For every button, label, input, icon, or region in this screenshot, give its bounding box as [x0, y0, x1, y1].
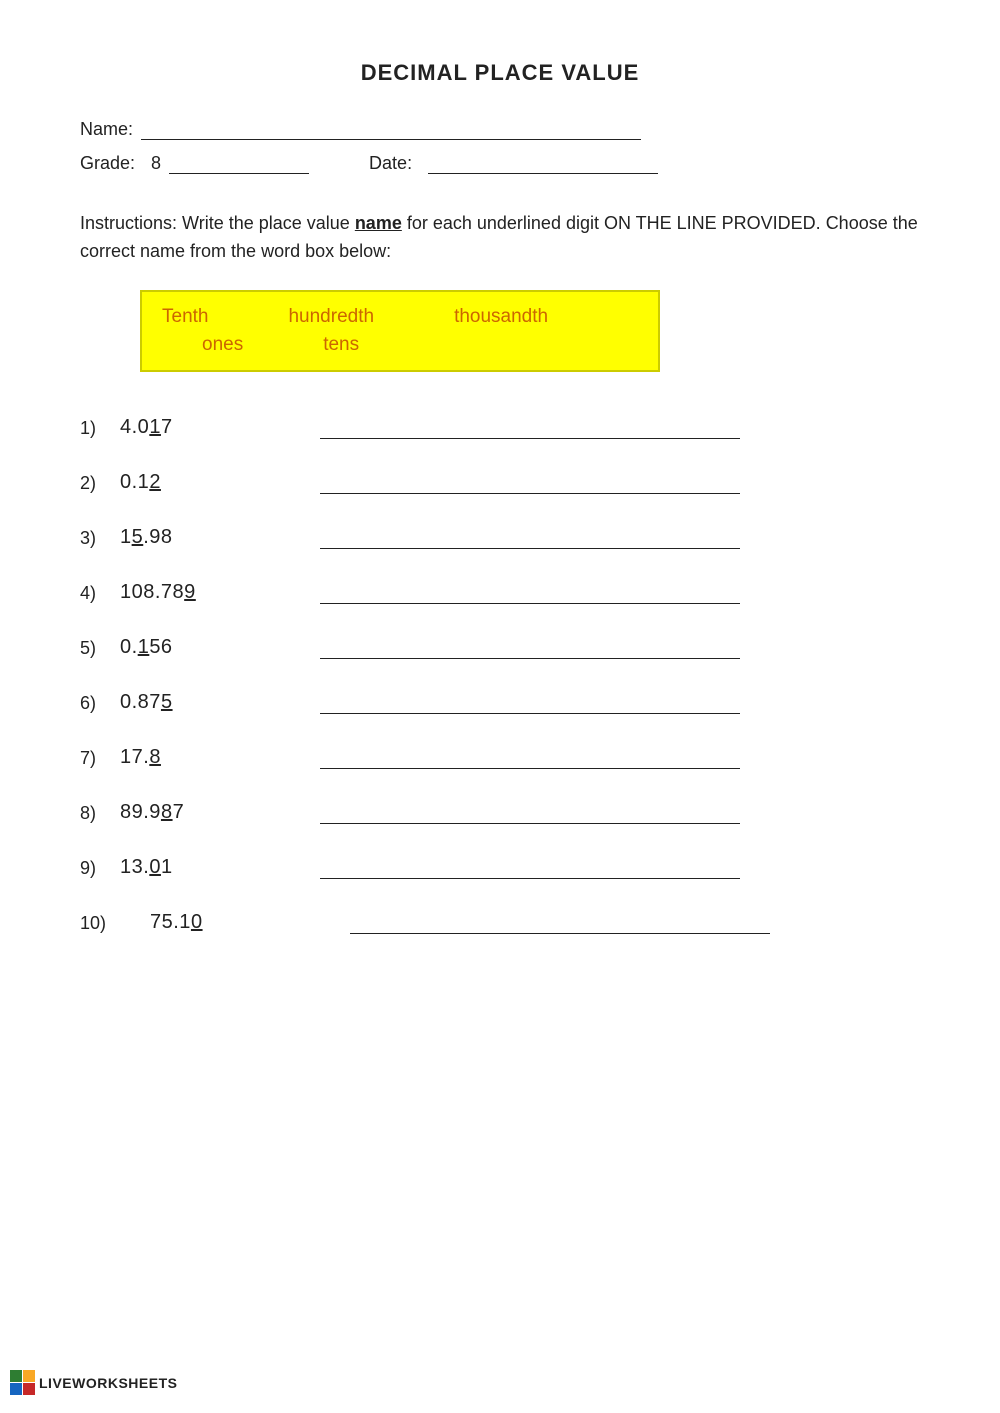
problem-number: 3)	[80, 528, 120, 549]
answer-line[interactable]	[320, 417, 740, 439]
problem-value: 15.98	[120, 526, 300, 549]
page-title: DECIMAL PLACE VALUE	[80, 60, 920, 86]
problems-section: 1) 4.017 2) 0.12 3) 15.98 4) 108.789 5) …	[80, 416, 920, 934]
date-label: Date:	[369, 153, 412, 174]
word-box-row1: Tenth hundredth thousandth	[162, 306, 628, 328]
answer-line[interactable]	[320, 747, 740, 769]
problem-value: 89.987	[120, 801, 300, 824]
answer-line[interactable]	[320, 472, 740, 494]
word-tens: tens	[323, 334, 359, 356]
problem-value: 17.8	[120, 746, 300, 769]
problem-number: 8)	[80, 803, 120, 824]
problem-row: 9) 13.01	[80, 856, 920, 879]
problem-value: 0.12	[120, 471, 300, 494]
answer-line[interactable]	[320, 582, 740, 604]
answer-line[interactable]	[350, 912, 770, 934]
underlined-digit: 8	[149, 746, 161, 768]
problem-row: 3) 15.98	[80, 526, 920, 549]
word-tenth: Tenth	[162, 306, 208, 328]
problem-value: 0.156	[120, 636, 300, 659]
grade-input-line[interactable]	[169, 152, 309, 174]
underlined-digit: 8	[161, 801, 173, 823]
problem-row: 6) 0.875	[80, 691, 920, 714]
underlined-digit: 5	[132, 526, 144, 548]
instructions-text: Instructions: Write the place value name…	[80, 210, 920, 266]
name-input-line[interactable]	[141, 118, 641, 140]
word-box-row2: ones tens	[162, 334, 628, 356]
problem-number: 5)	[80, 638, 120, 659]
underlined-digit: 0	[191, 911, 203, 933]
instructions-before: Instructions: Write the place value	[80, 213, 355, 233]
underlined-digit: 0	[149, 856, 161, 878]
problem-value: 13.01	[120, 856, 300, 879]
problem-number: 10)	[80, 913, 130, 934]
problem-row: 10) 75.10	[80, 911, 920, 934]
name-label: Name:	[80, 119, 133, 140]
instructions-keyword: name	[355, 213, 402, 233]
date-input-line[interactable]	[428, 152, 658, 174]
problem-row: 7) 17.8	[80, 746, 920, 769]
problem-value: 0.875	[120, 691, 300, 714]
underlined-digit: 2	[149, 471, 161, 493]
logo-square-red	[23, 1383, 35, 1395]
problem-number: 7)	[80, 748, 120, 769]
answer-line[interactable]	[320, 692, 740, 714]
underlined-digit: 1	[138, 636, 150, 658]
logo-square-green	[10, 1370, 22, 1382]
grade-group: Grade: 8	[80, 152, 309, 174]
name-field-row: Name:	[80, 118, 920, 140]
problem-number: 4)	[80, 583, 120, 604]
problem-row: 4) 108.789	[80, 581, 920, 604]
word-ones: ones	[202, 334, 243, 356]
date-group: Date:	[369, 152, 658, 174]
logo-squares	[10, 1370, 35, 1395]
answer-line[interactable]	[320, 857, 740, 879]
problem-value: 4.017	[120, 416, 300, 439]
underlined-digit: 9	[184, 581, 196, 603]
problem-number: 2)	[80, 473, 120, 494]
problem-value: 75.10	[150, 911, 330, 934]
problem-number: 9)	[80, 858, 120, 879]
underlined-digit: 5	[161, 691, 173, 713]
problem-number: 6)	[80, 693, 120, 714]
liveworksheets-logo: LIVEWORKSHEETS	[10, 1370, 177, 1395]
footer: LIVEWORKSHEETS	[0, 1370, 177, 1395]
underlined-digit: 1	[149, 416, 161, 438]
word-hundredth: hundredth	[288, 306, 374, 328]
problem-row: 2) 0.12	[80, 471, 920, 494]
logo-square-blue	[10, 1383, 22, 1395]
problem-value: 108.789	[120, 581, 300, 604]
grade-label: Grade:	[80, 153, 135, 174]
problem-number: 1)	[80, 418, 120, 439]
problem-row: 8) 89.987	[80, 801, 920, 824]
answer-line[interactable]	[320, 637, 740, 659]
word-thousandth: thousandth	[454, 306, 548, 328]
answer-line[interactable]	[320, 527, 740, 549]
logo-square-yellow	[23, 1370, 35, 1382]
problem-row: 1) 4.017	[80, 416, 920, 439]
grade-date-row: Grade: 8 Date:	[80, 152, 920, 174]
grade-value: 8	[151, 153, 161, 174]
problem-row: 5) 0.156	[80, 636, 920, 659]
footer-brand-text: LIVEWORKSHEETS	[39, 1375, 177, 1391]
word-box: Tenth hundredth thousandth ones tens	[140, 290, 660, 372]
answer-line[interactable]	[320, 802, 740, 824]
